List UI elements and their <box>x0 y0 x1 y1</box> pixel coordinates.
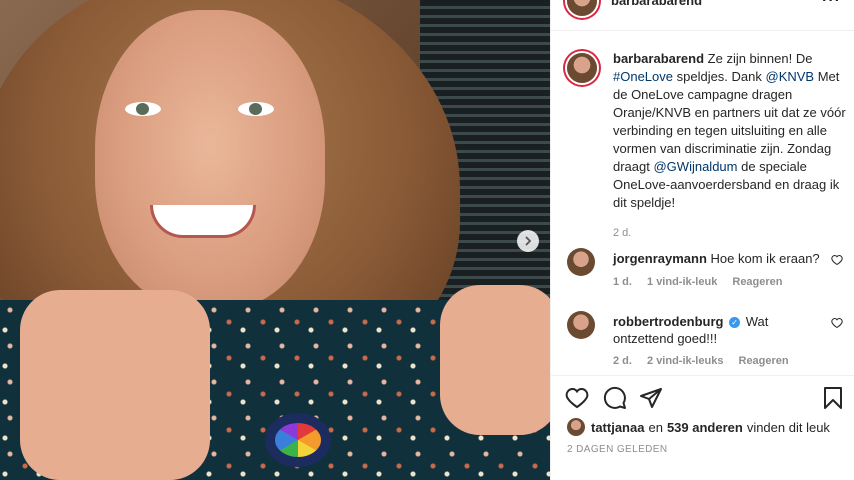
heart-icon[interactable] <box>831 317 843 329</box>
comment-avatar[interactable] <box>567 311 595 339</box>
comment-text: jorgenraymann Hoe kom ik eraan? <box>613 250 828 267</box>
photo-eye-right <box>238 102 274 116</box>
post-caption: barbarabarend Ze zijn binnen! De #OneLov… <box>613 50 849 242</box>
more-icon[interactable]: ··· <box>822 0 841 10</box>
caption-username[interactable]: barbarabarend <box>613 51 704 66</box>
caption-text-2: speldjes. Dank <box>673 69 766 84</box>
bookmark-icon[interactable] <box>821 386 845 410</box>
post-actions: tattjanaa en 539 anderen vinden dit leuk… <box>551 375 854 480</box>
likes-connector: en <box>648 419 663 435</box>
comment-username[interactable]: jorgenraymann <box>613 251 707 266</box>
liker-avatar[interactable] <box>567 418 585 436</box>
share-icon[interactable] <box>639 386 663 410</box>
comment-reply[interactable]: Reageren <box>739 355 789 367</box>
header-avatar[interactable] <box>567 0 597 16</box>
post-photo[interactable] <box>0 0 550 480</box>
comment-username[interactable]: robbertrodenburg <box>613 314 724 329</box>
comment-likes[interactable]: 1 vind-ik-leuk <box>647 276 717 288</box>
comment-icon[interactable] <box>603 386 627 410</box>
comment-age: 1 d. <box>613 276 632 288</box>
post-header: barbarabarend ··· <box>551 0 854 31</box>
heart-icon[interactable] <box>831 254 843 266</box>
chevron-right-icon <box>525 236 532 246</box>
caption-age: 2 d. <box>613 227 632 239</box>
header-username[interactable]: barbarabarend <box>611 0 702 8</box>
next-photo-button[interactable] <box>517 230 539 252</box>
photo-smile <box>150 205 256 238</box>
mention-knvb[interactable]: @KNVB <box>766 69 815 84</box>
comment-meta: 1 d. 1 vind-ik-leuk Reageren <box>613 276 795 288</box>
likes-suffix: vinden dit leuk <box>746 419 830 435</box>
hashtag-onelove[interactable]: #OneLove <box>613 69 673 84</box>
caption-text-1: Ze zijn binnen! De <box>704 51 813 66</box>
post-date: 2 DAGEN GELEDEN <box>567 444 668 455</box>
photo-hand-left <box>20 290 210 480</box>
onelove-pin <box>265 413 331 467</box>
caption-avatar[interactable] <box>567 53 597 83</box>
likes-summary: tattjanaa en 539 anderen vinden dit leuk <box>567 418 830 436</box>
comment-reply[interactable]: Reageren <box>732 276 782 288</box>
likes-count[interactable]: 539 anderen <box>667 420 743 435</box>
verified-badge-icon: ✓ <box>729 317 741 329</box>
comment-likes[interactable]: 2 vind-ik-leuks <box>647 355 723 367</box>
post-side-panel: barbarabarend ··· barbarabarend Ze zijn … <box>550 0 854 480</box>
photo-face <box>95 10 325 310</box>
heart-icon[interactable] <box>565 386 589 410</box>
mention-gwijnaldum[interactable]: @GWijnaldum <box>653 159 737 174</box>
photo-hand-right <box>440 285 550 435</box>
comment-age: 2 d. <box>613 355 632 367</box>
liker-username[interactable]: tattjanaa <box>591 420 644 435</box>
comment-avatar[interactable] <box>567 248 595 276</box>
comment-text: robbertrodenburg ✓ Wat ontzettend goed!!… <box>613 313 828 347</box>
photo-eye-left <box>125 102 161 116</box>
comment-body: Hoe kom ik eraan? <box>710 251 820 266</box>
comment-meta: 2 d. 2 vind-ik-leuks Reageren <box>613 355 801 367</box>
